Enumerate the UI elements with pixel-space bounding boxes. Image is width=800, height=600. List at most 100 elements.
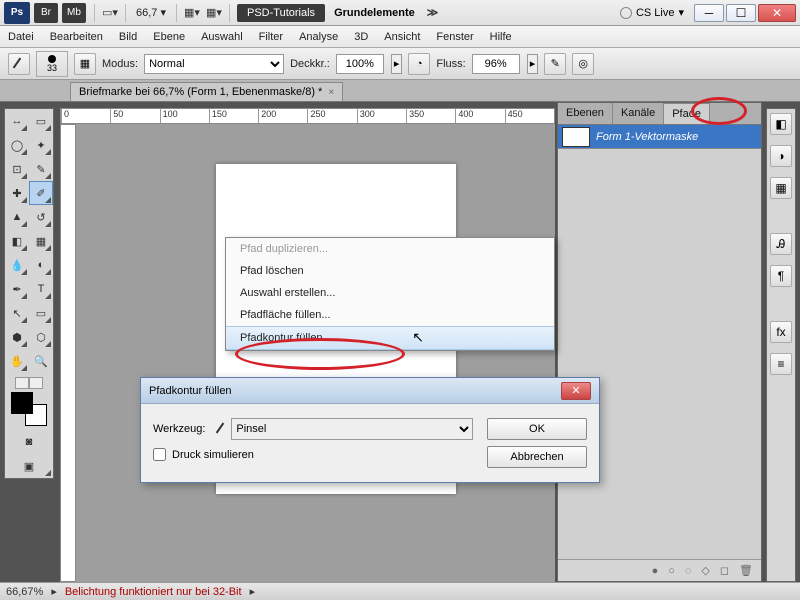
path-item[interactable]: Form 1-Vektormaske <box>558 125 761 149</box>
eyedropper-tool[interactable]: ✎ <box>29 157 53 181</box>
screen-mode-icon[interactable]: ▭▾ <box>101 4 119 22</box>
zoom-tool[interactable]: 🔍 <box>29 349 53 373</box>
stroke-path-icon[interactable]: ○ <box>668 565 675 577</box>
menu-ebene[interactable]: Ebene <box>153 31 185 43</box>
flow-stepper[interactable]: ▸ <box>527 54 539 74</box>
dock-button-7[interactable]: ≡ <box>770 353 792 375</box>
dock-button-4[interactable]: Ꭿ <box>770 233 792 255</box>
flow-field[interactable]: 96% <box>472 54 520 74</box>
3d-tool[interactable]: ⬢ <box>5 325 29 349</box>
workspace-button[interactable]: PSD-Tutorials <box>237 4 325 22</box>
selection-tool[interactable]: ▭ <box>29 109 53 133</box>
screenmode-icon[interactable]: ▣ <box>5 454 53 478</box>
ctx-make-selection[interactable]: Auswahl erstellen... <box>226 282 554 304</box>
dodge-tool[interactable]: ◐ <box>29 253 53 277</box>
quickmask-icon[interactable]: ◙ <box>5 430 53 454</box>
dialog-close-button[interactable]: ✕ <box>561 382 591 400</box>
lasso-tool[interactable]: ◯ <box>5 133 29 157</box>
menu-ansicht[interactable]: Ansicht <box>384 31 420 43</box>
crop-tool[interactable]: ⊡ <box>5 157 29 181</box>
stamp-tool[interactable]: ▲ <box>5 205 29 229</box>
3d-camera-tool[interactable]: ⬡ <box>29 325 53 349</box>
airbrush-icon[interactable]: ✎ <box>544 53 566 75</box>
menu-fenster[interactable]: Fenster <box>436 31 473 43</box>
status-arrow1[interactable]: ▸ <box>51 585 57 598</box>
type-tool[interactable]: T <box>29 277 53 301</box>
opacity-stepper[interactable]: ▸ <box>391 54 403 74</box>
foreground-color[interactable] <box>11 392 33 414</box>
window-minimize-button[interactable]: ─ <box>694 4 724 22</box>
menu-analyse[interactable]: Analyse <box>299 31 338 43</box>
status-zoom[interactable]: 66,67% <box>6 586 43 598</box>
path-tool[interactable]: ↖ <box>5 301 29 325</box>
flow-label: Fluss: <box>436 58 465 70</box>
menu-bild[interactable]: Bild <box>119 31 137 43</box>
tool-select[interactable]: Pinsel <box>231 418 473 440</box>
history-brush-tool[interactable]: ↺ <box>29 205 53 229</box>
window-maximize-button[interactable]: ☐ <box>726 4 756 22</box>
shape-tool[interactable]: ▭ <box>29 301 53 325</box>
default-colors-icon[interactable] <box>15 377 29 389</box>
modus-select[interactable]: Normal <box>144 54 284 74</box>
tab-pfade[interactable]: Pfade <box>664 103 710 124</box>
tab-kanaele[interactable]: Kanäle <box>613 103 664 124</box>
arrange-icon[interactable]: ▦▾ <box>183 4 201 22</box>
menu-3d[interactable]: 3D <box>354 31 368 43</box>
gradient-tool[interactable]: ▦ <box>29 229 53 253</box>
selection-path-icon[interactable]: ◌ <box>685 565 692 577</box>
tool-preset-icon[interactable] <box>8 53 30 75</box>
heal-tool[interactable]: ✚ <box>5 181 29 205</box>
menu-auswahl[interactable]: Auswahl <box>201 31 243 43</box>
workspace-name[interactable]: Grundelemente <box>334 7 415 19</box>
color-swatches[interactable] <box>11 392 47 426</box>
menu-filter[interactable]: Filter <box>259 31 283 43</box>
brush-preview[interactable]: 33 <box>36 51 68 77</box>
menu-datei[interactable]: Datei <box>8 31 34 43</box>
ok-button[interactable]: OK <box>487 418 587 440</box>
ctx-fill-path[interactable]: Pfadfläche füllen... <box>226 304 554 326</box>
menu-bearbeiten[interactable]: Bearbeiten <box>50 31 103 43</box>
blur-tool[interactable]: 💧 <box>5 253 29 277</box>
brush-options-icon[interactable]: ▦ <box>74 53 96 75</box>
zoom-display[interactable]: 66,7 ▾ <box>136 6 166 19</box>
status-arrow2[interactable]: ▸ <box>250 585 256 598</box>
ctx-delete-path[interactable]: Pfad löschen <box>226 260 554 282</box>
brush-tool[interactable]: ✐ <box>29 181 53 205</box>
opacity-label: Deckkr.: <box>290 58 330 70</box>
canvas-area[interactable] <box>76 124 555 582</box>
more-workspaces-icon[interactable]: ≫ <box>427 6 439 19</box>
extras-icon[interactable]: ▦▾ <box>205 4 223 22</box>
cancel-button[interactable]: Abbrechen <box>487 446 587 468</box>
options-bar: 33 ▦ Modus: Normal Deckkr.: 100%▸ ◔ Flus… <box>0 48 800 80</box>
fill-path-icon[interactable]: ● <box>652 565 659 577</box>
minibridge-button[interactable]: Mb <box>62 3 86 23</box>
dock-button-3[interactable]: ▦ <box>770 177 792 199</box>
make-workpath-icon[interactable]: ◇ <box>701 564 709 577</box>
swap-colors-icon[interactable] <box>29 377 43 389</box>
window-close-button[interactable]: ✕ <box>758 4 796 22</box>
document-tab[interactable]: Briefmarke bei 66,7% (Form 1, Ebenenmask… <box>70 82 343 101</box>
dock-button-6[interactable]: fx <box>770 321 792 343</box>
simulate-pressure-checkbox[interactable] <box>153 448 166 461</box>
eraser-tool[interactable]: ◧ <box>5 229 29 253</box>
cslive-button[interactable]: CS Live ▾ <box>620 6 684 19</box>
bridge-button[interactable]: Br <box>34 3 58 23</box>
tablet-pressure-icon[interactable]: ◎ <box>572 53 594 75</box>
opacity-pressure-icon[interactable]: ◔ <box>408 53 430 75</box>
dialog-titlebar[interactable]: Pfadkontur füllen ✕ <box>141 378 599 404</box>
close-tab-icon[interactable]: × <box>328 87 334 98</box>
move-tool[interactable]: ↔ <box>5 109 29 133</box>
delete-path-icon[interactable]: 🗑 <box>739 564 753 577</box>
pen-tool[interactable]: ✒ <box>5 277 29 301</box>
menu-hilfe[interactable]: Hilfe <box>490 31 512 43</box>
ctx-stroke-path[interactable]: Pfadkontur füllen... ↖ <box>226 326 554 350</box>
wand-tool[interactable]: ✦ <box>29 133 53 157</box>
tab-ebenen[interactable]: Ebenen <box>558 103 613 124</box>
paths-panel: Ebenen Kanäle Pfade Form 1-Vektormaske ●… <box>557 102 762 582</box>
dock-button-1[interactable]: ◧ <box>770 113 792 135</box>
new-path-icon[interactable]: ◻ <box>720 564 729 577</box>
dock-button-2[interactable]: ◑ <box>770 145 792 167</box>
opacity-field[interactable]: 100% <box>336 54 384 74</box>
dock-button-5[interactable]: ¶ <box>770 265 792 287</box>
hand-tool[interactable]: ✋ <box>5 349 29 373</box>
